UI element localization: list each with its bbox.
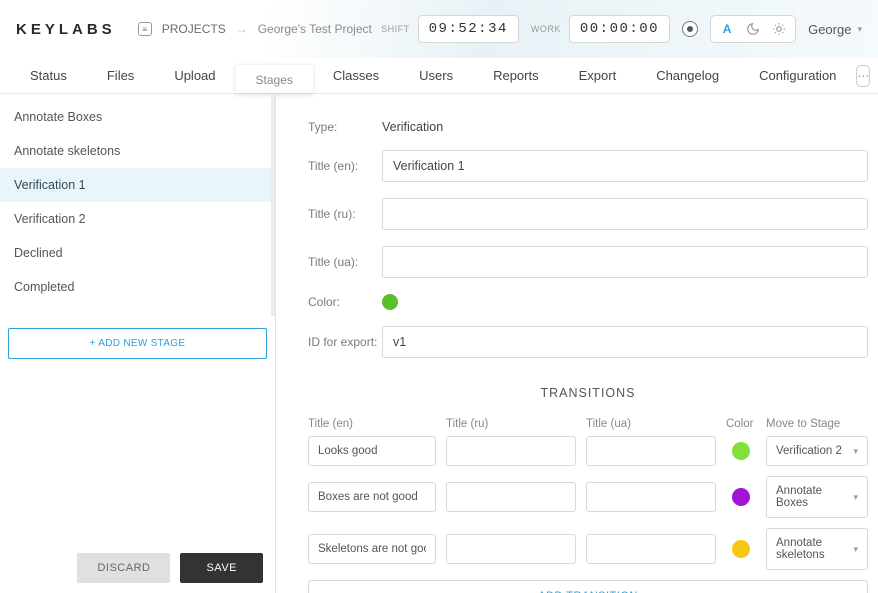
tab-status[interactable]: Status bbox=[10, 58, 87, 93]
add-transition-button[interactable]: ADD TRANSITION bbox=[308, 580, 868, 593]
transition-title-ru-input[interactable] bbox=[446, 534, 576, 564]
title-ru-input[interactable] bbox=[382, 198, 868, 230]
title-ua-input[interactable] bbox=[382, 246, 868, 278]
transition-title-ua-input[interactable] bbox=[586, 482, 716, 512]
transition-stage-select[interactable]: Annotate Boxes▾ bbox=[766, 476, 868, 518]
transition-row: Annotate Boxes▾ bbox=[308, 476, 868, 518]
breadcrumb-project-name[interactable]: George's Test Project bbox=[258, 22, 372, 36]
theme-auto[interactable]: A bbox=[719, 21, 735, 37]
th-title-ru: Title (ru) bbox=[446, 418, 576, 430]
th-title-ua: Title (ua) bbox=[586, 418, 716, 430]
tab-changelog[interactable]: Changelog bbox=[636, 58, 739, 93]
sun-icon[interactable] bbox=[771, 21, 787, 37]
transition-row: Verification 2▾ bbox=[308, 436, 868, 466]
transition-title-ua-input[interactable] bbox=[586, 534, 716, 564]
transitions-header: Title (en) Title (ru) Title (ua) Color M… bbox=[308, 418, 868, 436]
app-logo: KEYLABS bbox=[16, 21, 116, 38]
transition-title-ru-input[interactable] bbox=[446, 436, 576, 466]
transition-title-en-input[interactable] bbox=[308, 534, 436, 564]
record-button[interactable] bbox=[682, 21, 698, 37]
transition-stage-select[interactable]: Verification 2▾ bbox=[766, 436, 868, 466]
stage-item-annotate-skeletons[interactable]: Annotate skeletons bbox=[0, 134, 271, 168]
th-move-stage: Move to Stage bbox=[766, 418, 868, 430]
chevron-down-icon: ▾ bbox=[853, 544, 858, 555]
transition-row: Annotate skeletons▾ bbox=[308, 528, 868, 570]
transition-title-ua-input[interactable] bbox=[586, 436, 716, 466]
stage-item-annotate-boxes[interactable]: Annotate Boxes bbox=[0, 100, 271, 134]
tab-classes[interactable]: Classes bbox=[313, 58, 399, 93]
color-swatch[interactable] bbox=[382, 294, 398, 310]
work-timer: 00:00:00 bbox=[569, 15, 670, 43]
breadcrumb-projects[interactable]: PROJECTS bbox=[162, 22, 226, 36]
title-en-label: Title (en): bbox=[308, 159, 382, 173]
projects-icon[interactable]: ≡ bbox=[138, 22, 152, 36]
tab-users[interactable]: Users bbox=[399, 58, 473, 93]
transitions-title: TRANSITIONS bbox=[308, 386, 868, 400]
chevron-down-icon: ▾ bbox=[857, 24, 862, 35]
moon-icon[interactable] bbox=[745, 21, 761, 37]
shift-timer: 09:52:34 bbox=[418, 15, 519, 43]
transition-color-swatch[interactable] bbox=[732, 442, 750, 460]
export-id-label: ID for export: bbox=[308, 335, 382, 349]
title-ua-label: Title (ua): bbox=[308, 255, 382, 269]
discard-button[interactable]: DISCARD bbox=[77, 553, 170, 583]
tab-files[interactable]: Files bbox=[87, 58, 154, 93]
tab-configuration[interactable]: Configuration bbox=[739, 58, 856, 93]
transition-title-en-input[interactable] bbox=[308, 482, 436, 512]
stage-item-completed[interactable]: Completed bbox=[0, 270, 271, 304]
chevron-down-icon: ▾ bbox=[853, 492, 858, 503]
theme-switcher: A bbox=[710, 15, 796, 43]
title-en-input[interactable] bbox=[382, 150, 868, 182]
tab-export[interactable]: Export bbox=[559, 58, 637, 93]
add-stage-button[interactable]: + ADD NEW STAGE bbox=[8, 328, 267, 359]
stage-item-declined[interactable]: Declined bbox=[0, 236, 271, 270]
type-value: Verification bbox=[382, 120, 443, 134]
transition-stage-select[interactable]: Annotate skeletons▾ bbox=[766, 528, 868, 570]
title-ru-label: Title (ru): bbox=[308, 207, 382, 221]
transition-title-ru-input[interactable] bbox=[446, 482, 576, 512]
stage-form: Type: Verification Title (en): Title (ru… bbox=[276, 94, 878, 593]
stage-item-verification-1[interactable]: Verification 1 bbox=[0, 168, 271, 202]
user-name: George bbox=[808, 22, 851, 37]
color-label: Color: bbox=[308, 295, 382, 309]
export-id-input[interactable] bbox=[382, 326, 868, 358]
stages-sidebar: Annotate Boxes Annotate skeletons Verifi… bbox=[0, 94, 276, 593]
work-label: WORK bbox=[531, 24, 561, 34]
save-button[interactable]: SAVE bbox=[180, 553, 263, 583]
chevron-right-icon: → bbox=[236, 22, 248, 36]
tab-reports[interactable]: Reports bbox=[473, 58, 559, 93]
transition-color-swatch[interactable] bbox=[732, 488, 750, 506]
tab-upload[interactable]: Upload bbox=[154, 58, 235, 93]
user-menu[interactable]: George ▾ bbox=[808, 22, 862, 37]
stage-item-verification-2[interactable]: Verification 2 bbox=[0, 202, 271, 236]
breadcrumb: ≡ PROJECTS → George's Test Project bbox=[138, 22, 372, 36]
tab-stages[interactable]: Stages bbox=[236, 64, 313, 93]
type-label: Type: bbox=[308, 120, 382, 134]
transition-title-en-input[interactable] bbox=[308, 436, 436, 466]
tabs-more-button[interactable]: ⋯ bbox=[856, 65, 870, 87]
chevron-down-icon: ▾ bbox=[853, 446, 858, 457]
transition-color-swatch[interactable] bbox=[732, 540, 750, 558]
record-dot-icon bbox=[687, 26, 693, 32]
th-color: Color bbox=[726, 418, 756, 430]
main-tabs: Status Files Upload Stages Classes Users… bbox=[0, 58, 878, 94]
shift-label: SHIFT bbox=[381, 24, 410, 34]
th-title-en: Title (en) bbox=[308, 418, 436, 430]
